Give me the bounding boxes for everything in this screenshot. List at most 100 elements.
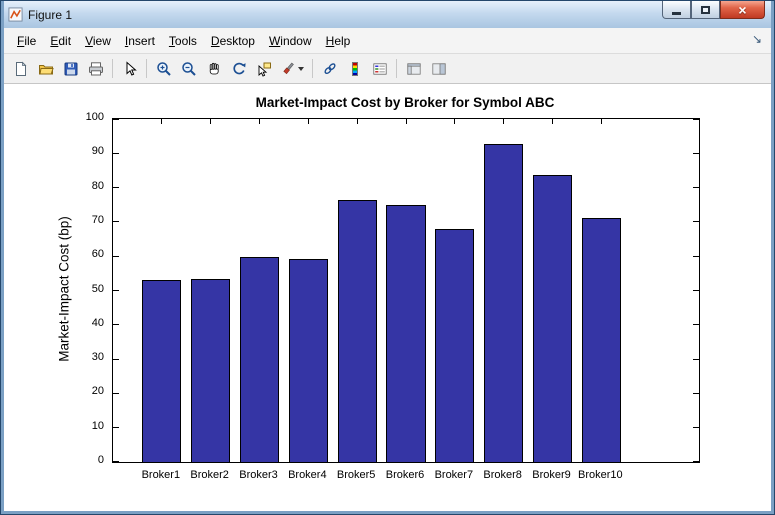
y-tick-mark — [693, 324, 699, 326]
pan-button[interactable] — [201, 56, 226, 81]
new-figure-icon — [15, 61, 26, 76]
new-figure-button[interactable] — [8, 56, 33, 81]
figure-canvas: Market-Impact Cost by Broker for Symbol … — [4, 84, 771, 511]
edit-plot-button[interactable] — [117, 56, 142, 81]
bar-Broker4 — [288, 258, 328, 462]
show-plot-tools-button[interactable] — [426, 56, 451, 81]
maximize-icon — [701, 5, 710, 14]
menu-view[interactable]: View — [78, 31, 118, 51]
minimize-icon — [672, 12, 681, 15]
x-tick-mark — [356, 119, 358, 124]
y-tick-label: 90 — [91, 145, 104, 158]
y-tick-mark — [693, 119, 699, 120]
y-tick-label: 0 — [97, 454, 104, 466]
print-figure-button[interactable] — [83, 56, 108, 81]
insert-legend-icon — [372, 62, 387, 75]
menu-insert[interactable]: Insert — [118, 31, 162, 51]
menu-desktop[interactable]: Desktop — [204, 31, 262, 51]
toolbar-separator — [396, 59, 397, 78]
y-tick-label: 60 — [91, 248, 104, 261]
y-tick-mark — [113, 152, 119, 154]
x-tick-mark — [600, 119, 602, 124]
dock-figure-arrow-icon[interactable]: ↘ — [752, 32, 762, 46]
edit-plot-icon — [126, 60, 137, 76]
bar-Broker7 — [435, 229, 475, 462]
minimize-button[interactable] — [662, 1, 691, 19]
y-tick-label: 80 — [91, 179, 104, 192]
x-tick-mark — [161, 119, 163, 124]
y-tick-label: 10 — [91, 419, 104, 432]
zoom-out-button[interactable] — [176, 56, 201, 81]
y-tick-mark — [693, 152, 699, 154]
hide-plot-tools-button[interactable] — [401, 56, 426, 81]
data-cursor-button[interactable] — [251, 56, 276, 81]
y-tick-mark — [113, 221, 119, 223]
toolbar-separator — [112, 59, 113, 78]
y-tick-mark — [693, 392, 699, 394]
y-tick-mark — [113, 255, 119, 257]
y-tick-mark — [693, 221, 699, 223]
figure-window: Figure 1 × File Edit View Insert Tools Deskto… — [0, 0, 775, 515]
rotate-3d-button[interactable] — [226, 56, 251, 81]
data-cursor-icon — [258, 62, 271, 77]
link-plot-button[interactable] — [317, 56, 342, 81]
open-file-icon — [38, 64, 54, 74]
close-icon: × — [738, 1, 747, 18]
menu-file[interactable]: File — [10, 31, 43, 51]
window-content: File Edit View Insert Tools Desktop Window Help… — [4, 28, 771, 511]
save-figure-button[interactable] — [58, 56, 83, 81]
insert-legend-button[interactable] — [367, 56, 392, 81]
matlab-figure-icon — [8, 7, 23, 22]
x-tick-mark — [454, 119, 456, 124]
window-controls: × — [662, 1, 765, 19]
save-figure-icon — [64, 62, 77, 75]
bar-Broker10 — [581, 218, 621, 462]
insert-colorbar-icon — [351, 61, 358, 76]
menu-window[interactable]: Window — [262, 31, 319, 51]
menu-edit[interactable]: Edit — [43, 31, 78, 51]
y-tick-mark — [693, 187, 699, 189]
y-tick-mark — [693, 290, 699, 291]
toolbar-separator — [312, 59, 313, 78]
bar-Broker8 — [484, 143, 524, 462]
zoom-in-button[interactable] — [151, 56, 176, 81]
bar-Broker5 — [337, 200, 377, 462]
menu-tools[interactable]: Tools — [162, 31, 204, 51]
figure-toolbar — [4, 54, 771, 84]
menu-items: File Edit View Insert Tools Desktop Window Help — [10, 32, 357, 50]
brush-button[interactable] — [276, 56, 308, 81]
zoom-out-icon — [181, 61, 196, 76]
y-tick-label: 100 — [85, 111, 104, 123]
y-tick-mark — [113, 119, 119, 120]
y-tick-mark — [113, 461, 119, 462]
plot-axes — [112, 118, 700, 463]
y-tick-mark — [693, 461, 699, 462]
menu-bar: File Edit View Insert Tools Desktop Window Help… — [4, 28, 771, 54]
y-tick-mark — [693, 427, 699, 429]
bar-Broker2 — [191, 278, 231, 462]
y-tick-label: 20 — [91, 385, 104, 398]
open-file-button[interactable] — [33, 56, 58, 81]
x-tick-mark — [307, 119, 309, 124]
close-button[interactable]: × — [720, 1, 765, 19]
print-figure-icon — [88, 61, 103, 75]
chart-title: Market-Impact Cost by Broker for Symbol … — [255, 95, 555, 110]
x-tick-mark — [552, 119, 553, 124]
y-tick-mark — [113, 290, 119, 291]
y-tick-mark — [693, 358, 699, 360]
window-title: Figure 1 — [28, 7, 73, 22]
zoom-in-icon — [156, 61, 171, 76]
titlebar[interactable]: Figure 1 × — [4, 1, 771, 28]
maximize-button[interactable] — [691, 1, 720, 19]
show-plot-tools-icon — [431, 62, 446, 75]
x-tick-label: Broker10 — [578, 469, 623, 481]
insert-colorbar-button[interactable] — [342, 56, 367, 81]
y-tick-mark — [113, 427, 119, 429]
brush-dropdown-caret-icon[interactable] — [298, 66, 304, 71]
bar-Broker3 — [239, 256, 280, 462]
x-tick-mark — [503, 119, 505, 124]
y-tick-mark — [113, 358, 119, 360]
y-tick-label: 50 — [91, 282, 104, 295]
menu-help[interactable]: Help — [319, 31, 358, 51]
y-tick-label: 40 — [91, 316, 104, 329]
